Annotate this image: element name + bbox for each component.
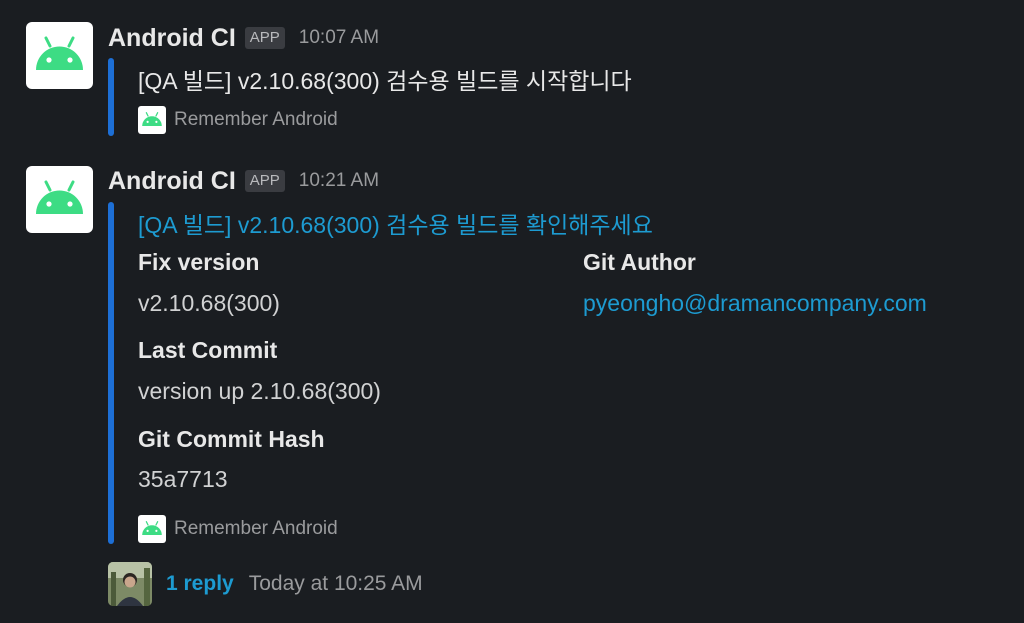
- android-robot-icon: [36, 180, 83, 214]
- message-text: [QA 빌드] v2.10.68(300) 검수용 빌드를 시작합니다: [138, 68, 632, 94]
- last-commit-value: version up 2.10.68(300): [138, 378, 381, 404]
- message-timestamp[interactable]: 10:21 AM: [299, 170, 379, 192]
- last-reply-time: Today at 10:25 AM: [248, 572, 423, 595]
- commit-hash-value: 35a7713: [138, 466, 228, 492]
- attachment-bar: [108, 202, 114, 544]
- app-badge: APP: [244, 27, 285, 49]
- message-header: Android CI APP 10:07 AM: [108, 22, 379, 54]
- footer-text: Remember Android: [174, 518, 338, 539]
- attachment-footer: Remember Android: [138, 106, 338, 134]
- git-author-label: Git Author: [583, 249, 696, 275]
- message-timestamp[interactable]: 10:07 AM: [299, 27, 379, 49]
- attachment-footer: Remember Android: [138, 515, 338, 543]
- sender-name[interactable]: Android CI: [108, 24, 236, 53]
- fix-version-label: Fix version: [138, 249, 260, 275]
- message-header: Android CI APP 10:21 AM: [108, 165, 379, 197]
- git-author-email-link[interactable]: pyeongho@dramancompany.com: [583, 290, 927, 317]
- android-robot-icon: [138, 515, 166, 543]
- thread-replies-bar[interactable]: 1 reply Today at 10:25 AM: [108, 562, 423, 606]
- android-avatar[interactable]: [26, 22, 93, 89]
- attachment-title-link[interactable]: [QA 빌드] v2.10.68(300) 검수용 빌드를 확인해주세요: [138, 206, 653, 240]
- footer-text: Remember Android: [174, 109, 338, 130]
- sender-name[interactable]: Android CI: [108, 167, 236, 196]
- fix-version-value: v2.10.68(300): [138, 290, 280, 316]
- reply-count-link[interactable]: 1 reply: [166, 572, 234, 596]
- replier-avatar[interactable]: [108, 562, 152, 606]
- person-photo-icon: [108, 562, 152, 606]
- android-avatar[interactable]: [26, 166, 93, 233]
- android-robot-icon: [138, 106, 166, 134]
- last-commit-label: Last Commit: [138, 337, 278, 363]
- app-badge: APP: [244, 170, 285, 192]
- android-robot-icon: [36, 36, 83, 70]
- attachment-title[interactable]: [QA 빌드] v2.10.68(300) 검수용 빌드를 확인해주세요: [138, 212, 653, 238]
- attachment-bar: [108, 58, 114, 136]
- commit-hash-label: Git Commit Hash: [138, 426, 325, 452]
